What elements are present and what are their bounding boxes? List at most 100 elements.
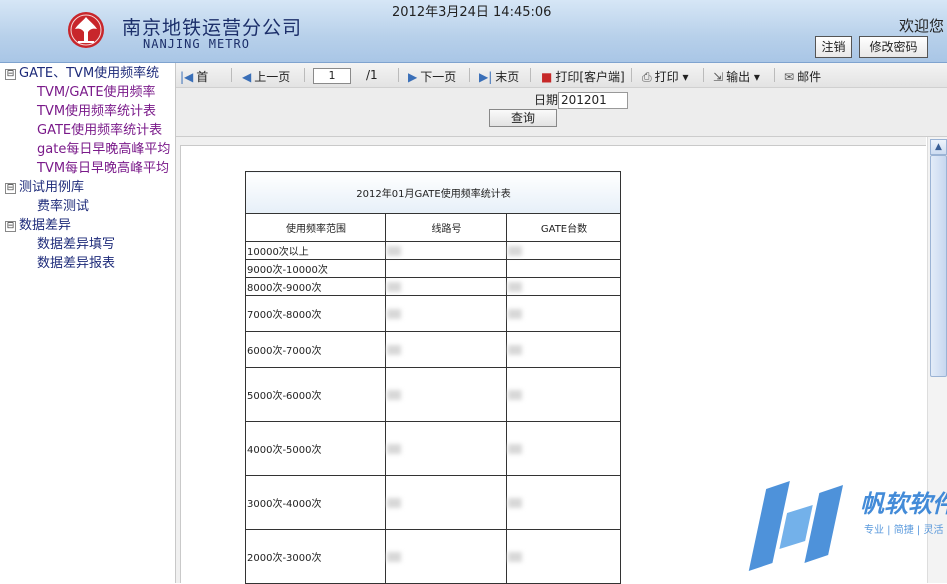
toolbar-divider	[774, 68, 775, 82]
company-title: 南京地铁运营分公司	[122, 17, 303, 39]
gate-count-cell	[506, 331, 621, 368]
gate-count-cell	[506, 241, 621, 260]
blurred-value	[387, 344, 401, 355]
watermark-brand: 帆软软件	[860, 490, 947, 518]
tree-leaf-tvm-peak-average[interactable]: TVM每日早晚高峰平均	[37, 159, 169, 178]
scrollbar-thumb[interactable]	[930, 155, 947, 377]
column-header: 使用频率范围	[245, 213, 386, 242]
header-bar: 南京地铁运营分公司 NANJING METRO 2012年3月24日 14:45…	[0, 0, 947, 63]
logout-button[interactable]: 注销	[815, 36, 852, 58]
toolbar-divider	[703, 68, 704, 82]
gate-count-cell	[506, 367, 621, 422]
printer-icon: ⎙	[642, 70, 652, 84]
line-cell	[385, 367, 507, 422]
gate-count-cell	[506, 295, 621, 332]
tree-node-gate-tvm[interactable]: ⊟ GATE、TVM使用频率统	[5, 64, 159, 83]
gate-count-cell	[506, 259, 621, 278]
range-cell: 2000次-3000次	[245, 529, 386, 584]
tree-node-label: 数据差异	[19, 218, 72, 233]
blurred-value	[387, 443, 401, 454]
blurred-value	[387, 281, 401, 292]
page-total: /1	[366, 68, 378, 82]
prev-page-button[interactable]: ◀ 上一页	[242, 68, 290, 85]
toolbar-divider	[304, 68, 305, 82]
blurred-value	[508, 281, 522, 292]
tree-leaf-tvm-gate-frequency[interactable]: TVM/GATE使用频率	[37, 83, 156, 102]
tree-leaf-gate-peak-average[interactable]: gate每日早晚高峰平均	[37, 140, 170, 159]
column-header: 线路号	[385, 213, 507, 242]
toolbar-divider	[631, 68, 632, 82]
blurred-value	[387, 308, 401, 319]
range-cell: 8000次-9000次	[245, 277, 386, 296]
range-cell: 9000次-10000次	[245, 259, 386, 278]
change-password-button[interactable]: 修改密码	[859, 36, 928, 58]
last-page-icon: ▶|	[479, 70, 493, 84]
prev-page-icon: ◀	[242, 70, 252, 84]
gate-count-cell	[506, 277, 621, 296]
tree-node-data-diff[interactable]: ⊟ 数据差异	[5, 216, 71, 235]
tree-leaf-gate-frequency-report[interactable]: GATE使用频率统计表	[37, 121, 162, 140]
tree-leaf-data-diff-report[interactable]: 数据差异报表	[37, 254, 115, 273]
blurred-value	[508, 497, 522, 508]
export-button[interactable]: ⇲ 输出 ▾	[713, 68, 760, 85]
welcome-text: 欢迎您	[898, 17, 944, 35]
tree-leaf-rate-test[interactable]: 费率测试	[37, 197, 89, 216]
blurred-value	[387, 245, 401, 256]
tree-leaf-data-diff-entry[interactable]: 数据差异填写	[37, 235, 115, 254]
blurred-value	[508, 443, 522, 454]
gate-frequency-report-table: 2012年01月GATE使用频率统计表 使用频率范围 线路号 GATE台数 10…	[245, 171, 621, 584]
dropdown-caret-icon: ▾	[750, 70, 760, 84]
blurred-value	[508, 551, 522, 562]
report-toolbar: |◀ 首 ◀ 上一页 1 /1 ▶ 下一页 ▶| 末页 ■ 打印[客户端] ⎙ 打印 ▾ ⇲…	[176, 63, 947, 88]
gate-count-cell	[506, 529, 621, 584]
line-cell	[385, 241, 507, 260]
line-cell	[385, 475, 507, 530]
mail-icon: ✉	[784, 70, 795, 84]
date-label: 日期	[534, 93, 559, 107]
toolbar-divider	[469, 68, 470, 82]
collapse-icon[interactable]: ⊟	[5, 221, 16, 232]
page-number-input[interactable]: 1	[313, 68, 351, 84]
pdf-print-icon: ■	[541, 70, 553, 84]
mail-button[interactable]: ✉ 邮件	[784, 68, 821, 85]
report-title: 2012年01月GATE使用频率统计表	[245, 171, 621, 214]
gate-count-cell	[506, 421, 621, 476]
sidebar-tree: ⊟ GATE、TVM使用频率统 TVM/GATE使用频率 TVM使用频率统计表 G…	[0, 63, 176, 583]
line-cell	[385, 295, 507, 332]
current-datetime: 2012年3月24日 14:45:06	[392, 5, 552, 20]
range-cell: 10000次以上	[245, 241, 386, 260]
last-page-button[interactable]: ▶| 末页	[479, 68, 519, 85]
toolbar-divider	[231, 68, 232, 82]
line-cell	[385, 421, 507, 476]
line-cell	[385, 277, 507, 296]
collapse-icon[interactable]: ⊟	[5, 69, 16, 80]
toolbar-divider	[530, 68, 531, 82]
next-page-button[interactable]: ▶ 下一页	[408, 68, 456, 85]
print-client-button[interactable]: ■ 打印[客户端]	[541, 68, 625, 85]
tree-node-label: GATE、TVM使用频率统	[19, 66, 160, 81]
blurred-value	[508, 389, 522, 400]
first-page-button[interactable]: |◀ 首	[180, 68, 208, 85]
date-input[interactable]: 201201	[558, 92, 628, 109]
blurred-value	[387, 551, 401, 562]
blurred-value	[387, 389, 401, 400]
blurred-value	[508, 245, 522, 256]
column-header: GATE台数	[506, 213, 621, 242]
tree-leaf-tvm-frequency-report[interactable]: TVM使用频率统计表	[37, 102, 156, 121]
nanjing-metro-logo-icon	[68, 12, 104, 48]
collapse-icon[interactable]: ⊟	[5, 183, 16, 194]
dropdown-caret-icon: ▾	[678, 70, 689, 84]
tree-node-label: 测试用例库	[19, 180, 85, 195]
blurred-value	[387, 497, 401, 508]
line-cell	[385, 529, 507, 584]
first-page-icon: |◀	[180, 70, 194, 84]
gate-count-cell	[506, 475, 621, 530]
range-cell: 5000次-6000次	[245, 367, 386, 422]
range-cell: 7000次-8000次	[245, 295, 386, 332]
tree-node-test-cases[interactable]: ⊟ 测试用例库	[5, 178, 84, 197]
next-page-icon: ▶	[408, 70, 418, 84]
print-button[interactable]: ⎙ 打印 ▾	[642, 68, 688, 85]
scroll-up-icon[interactable]: ▲	[930, 139, 947, 155]
finereport-logo-icon	[748, 481, 844, 571]
query-button[interactable]: 查询	[489, 109, 557, 127]
